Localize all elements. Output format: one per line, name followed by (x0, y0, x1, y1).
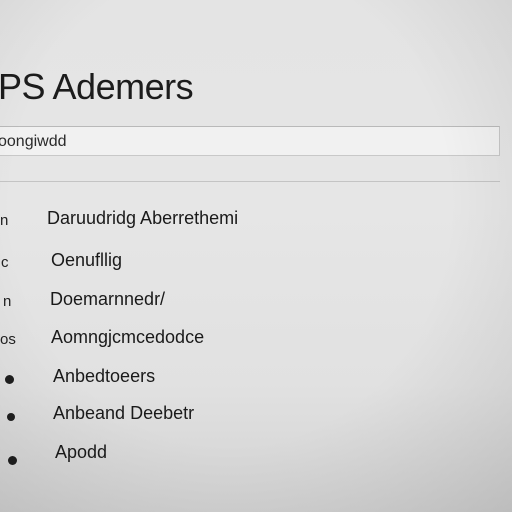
list-item-marker: os (0, 331, 16, 348)
list-item-marker: c (1, 254, 9, 271)
search-value: oongiwdd (0, 133, 67, 150)
bullet-icon (5, 375, 14, 384)
page-header: PS Ademers (0, 0, 512, 126)
search-input[interactable]: oongiwdd (0, 126, 500, 156)
list-item[interactable]: n Daruudridg Aberrethemi (0, 206, 400, 236)
list-item-label: Aomngjcmcedodce (51, 327, 205, 347)
list-item-label: Anbeand Deebetr (53, 403, 195, 423)
divider (0, 181, 500, 182)
bullet-icon (7, 413, 15, 421)
page-title: PS Ademers (0, 66, 194, 107)
list-item-label: Apodd (55, 442, 108, 462)
list-item-marker: n (0, 212, 9, 229)
list-item[interactable]: n Doemarnnedr/ (0, 289, 400, 319)
list-item[interactable]: Apodd (0, 442, 400, 472)
list-item-marker: n (3, 293, 12, 310)
list-item[interactable]: Anbeand Deebetr (0, 403, 400, 433)
list-item-label: Anbedtoeers (53, 366, 156, 386)
bullet-icon (8, 456, 17, 465)
list-item[interactable]: Anbedtoeers (0, 366, 400, 396)
list-item[interactable]: os Aomngjcmcedodce (0, 327, 400, 357)
list-item-label: Oenufllig (51, 250, 123, 270)
list-item[interactable]: c Oenufllig (0, 250, 400, 280)
list-item-label: Daruudridg Aberrethemi (47, 208, 239, 228)
list-item-label: Doemarnnedr/ (50, 289, 166, 309)
